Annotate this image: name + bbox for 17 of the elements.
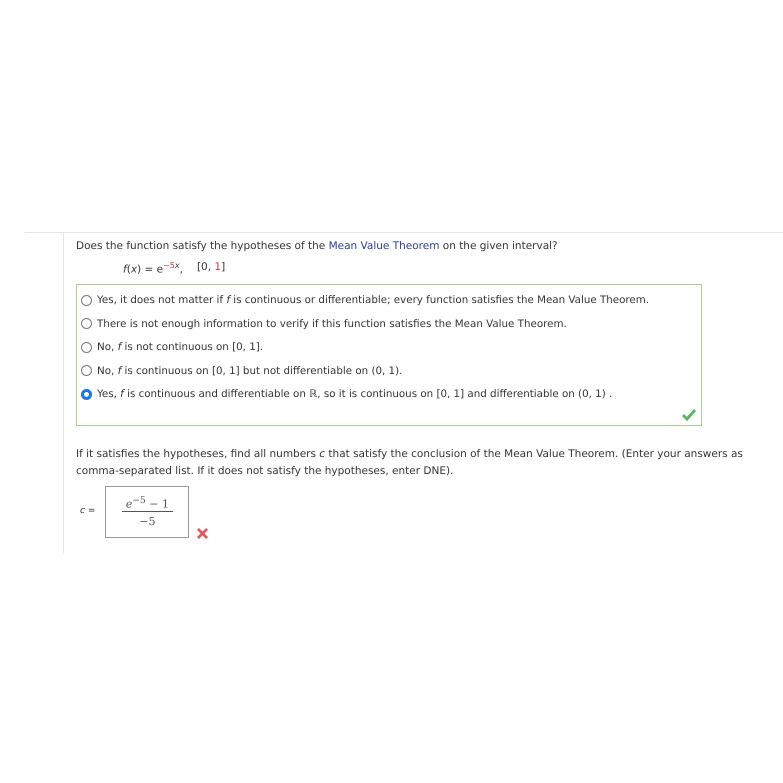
radio-button[interactable] <box>81 388 92 400</box>
answer-box[interactable]: e$^{−5}$ − 1 −5 <box>105 486 190 538</box>
answer-label: c = <box>80 506 96 516</box>
radio-button[interactable] <box>81 365 92 376</box>
instruction-text: comma-separated list. If it does not satisfy the hypotheses, enter DNE). <box>76 464 454 478</box>
question-text: Does the function satisfy the hypotheses of the Mean Value Theorem on the given interval? <box>76 239 559 253</box>
interval-text: [0, 1] <box>196 261 226 275</box>
instruction-text: If it satisfies the hypotheses, find all numbers c that satisfy the conclusion of the Mean Value Theorem. (Enter your answers as <box>76 446 744 462</box>
option-label: There is not enough information to verify if this function satisfies the Mean Value Theorem. <box>97 318 567 330</box>
option-label: Yes, f is continuous and differentiable on ℝ, so it is continuous on [0, 1] and differentiable on (0, 1) . <box>97 388 612 400</box>
radio-button[interactable] <box>81 318 92 330</box>
option-label: No, f is continuous on [0, 1] but not differentiable on (0, 1). <box>97 364 402 377</box>
radio-button[interactable] <box>81 342 92 353</box>
function-formula: f(x) = e$^{−5}$$^{x}$, <box>123 261 183 276</box>
radio-button[interactable] <box>81 294 92 306</box>
option-label: No, f is not continuous on [0, 1]. <box>97 341 264 354</box>
theorem-link[interactable]: Mean Value Theorem <box>328 240 440 252</box>
